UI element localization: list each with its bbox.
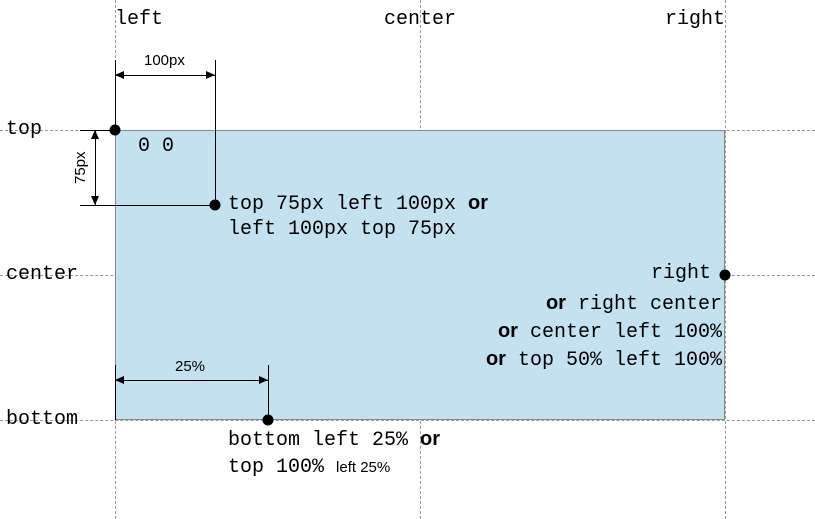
dim-75px-arrow-u [91, 130, 99, 139]
guide-bottom [0, 420, 815, 421]
point-origin-label: 0 0 [138, 135, 174, 158]
dim-25pct-label: 25% [175, 358, 205, 375]
dim-25pct-arrow-l [115, 376, 124, 384]
axis-x-left: left [115, 8, 163, 31]
point-inset-label-1: top 75px left 100px or [228, 192, 488, 216]
point-inset [210, 200, 221, 211]
dim-25pct-line [115, 380, 268, 381]
point-bottom25 [263, 415, 274, 426]
dim-100px-arrow-l [115, 71, 124, 79]
or-keyword: or [498, 320, 518, 342]
or-keyword: or [546, 292, 566, 314]
point-bottom25-text-2a: top 100% [228, 456, 336, 479]
or-keyword: or [420, 428, 440, 450]
dim-100px-label: 100px [144, 52, 185, 69]
axis-y-center: center [6, 263, 78, 286]
axis-y-bottom: bottom [6, 408, 78, 431]
dim-100px-arrow-r [206, 71, 215, 79]
dim-75px-label: 75px [72, 151, 89, 184]
or-keyword: or [468, 192, 488, 214]
point-bottom25-label-1: bottom left 25% or [228, 428, 440, 452]
point-bottom25-text-1: bottom left 25% [228, 429, 420, 452]
point-right [720, 270, 731, 281]
axis-y-top: top [6, 118, 42, 141]
or-keyword: or [486, 348, 506, 370]
point-inset-text-1: top 75px left 100px [228, 193, 468, 216]
dim-75px-line [95, 130, 96, 205]
guide-right [725, 0, 726, 519]
dim-25pct-tick-l [115, 365, 116, 420]
position-box [115, 130, 725, 420]
dim-25pct-arrow-r [259, 376, 268, 384]
point-inset-label-2: left 100px top 75px [228, 218, 456, 241]
dim-100px-tick-r [215, 60, 216, 205]
dim-75px-arrow-d [91, 196, 99, 205]
point-bottom25-label-2: top 100% left 25% [228, 456, 390, 479]
point-origin [110, 125, 121, 136]
dim-75px-tick-b [80, 205, 215, 206]
axis-x-center: center [384, 8, 456, 31]
axis-x-right: right [665, 8, 725, 31]
point-right-label-3: or center left 100% [412, 320, 722, 344]
point-right-label-2: or right center [462, 292, 722, 316]
point-bottom25-text-2b: left 25% [336, 459, 390, 476]
point-right-label-4: or top 50% left 100% [412, 348, 722, 372]
dim-100px-line [115, 75, 215, 76]
point-right-text-3: center left 100% [518, 321, 722, 344]
point-right-label-1: right [651, 262, 711, 285]
point-right-text-2: right center [566, 293, 722, 316]
dim-25pct-tick-r [268, 365, 269, 420]
point-right-text-4: top 50% left 100% [506, 349, 722, 372]
